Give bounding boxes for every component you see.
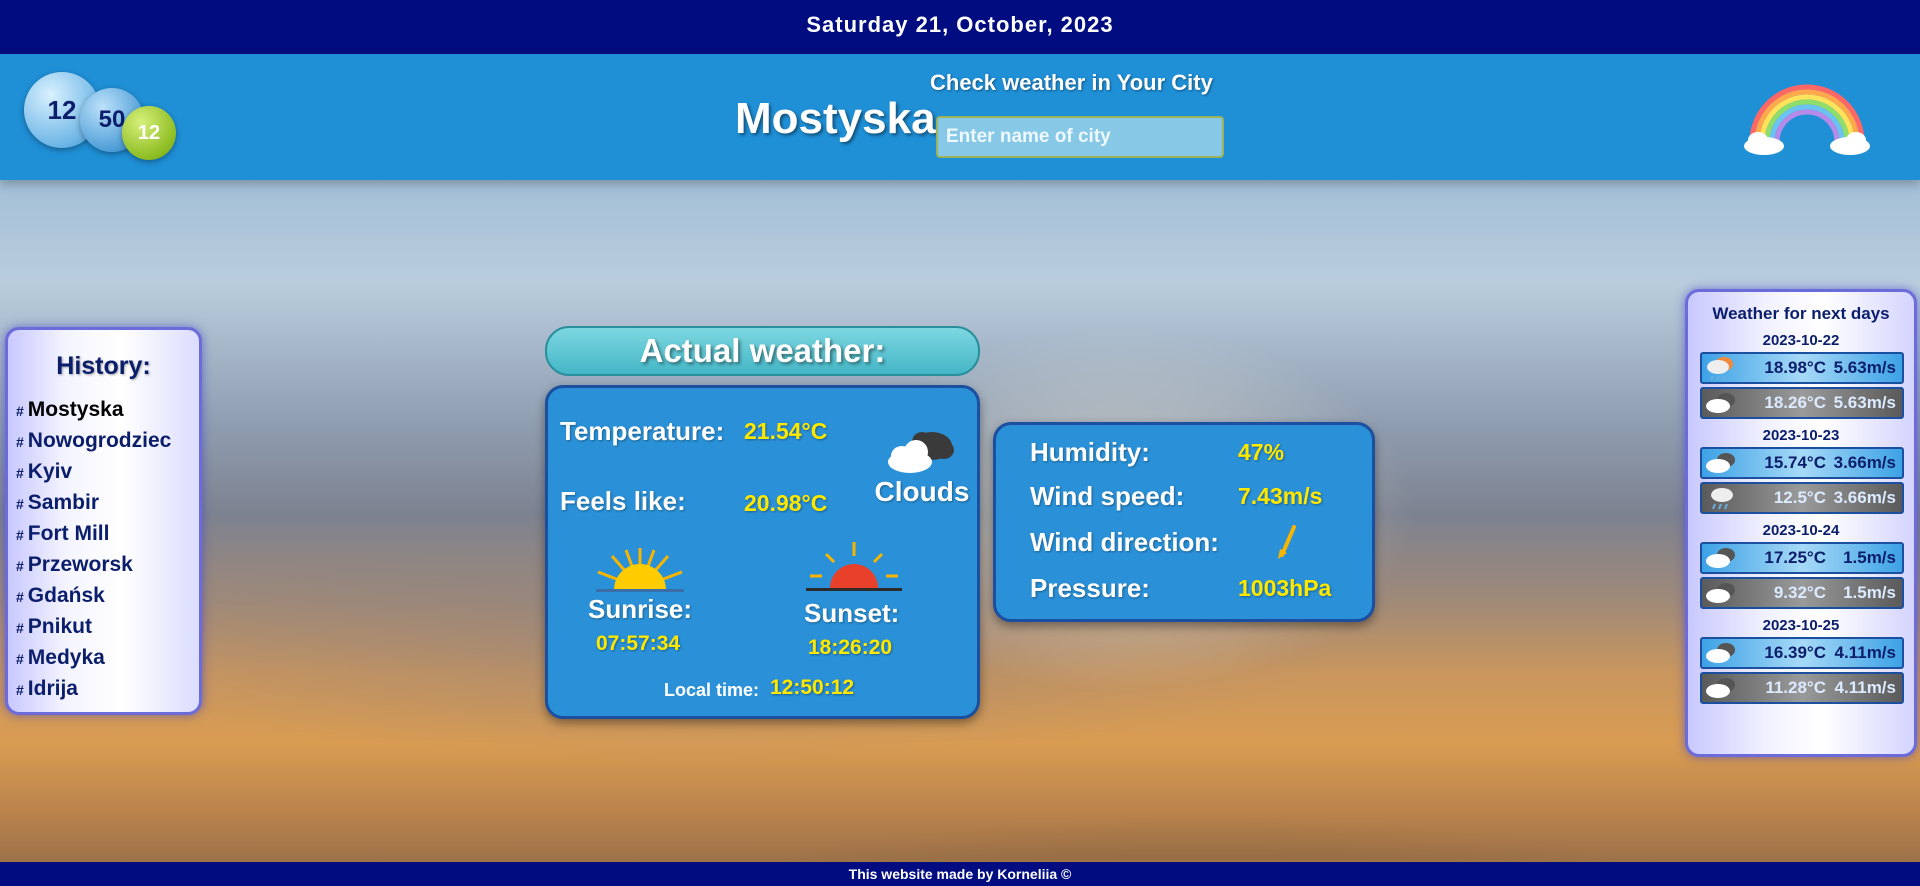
forecast-temp: 18.26°C (1764, 393, 1826, 412)
history-item[interactable]: # Fort Mill (16, 519, 199, 550)
forecast-panel: Weather for next days 2023-10-22 18.98°C… (1685, 289, 1917, 757)
forecast-temp: 15.74°C (1764, 453, 1826, 472)
forecast-wind: 4.11m/s (1834, 643, 1896, 662)
forecast-wind: 4.11m/s (1834, 678, 1896, 697)
header: 12 50 12 Mostyska Check weather in Your … (0, 54, 1920, 180)
forecast-day-row: 15.74°C 3.66m/s (1700, 447, 1904, 479)
history-item[interactable]: # Kyiv (16, 457, 199, 488)
forecast-temp: 16.39°C (1764, 643, 1826, 662)
sunset-icon (806, 542, 902, 591)
sunrise-icon (596, 548, 684, 592)
history-item[interactable]: # Mostyska (16, 395, 199, 426)
feels-like-label: Feels like: (560, 486, 686, 516)
clock: 12 50 12 (24, 72, 184, 182)
history-item[interactable]: # Sambir (16, 488, 199, 519)
clouds-icon (888, 432, 954, 473)
forecast-day: 2023-10-24 17.25°C 1.5m/s 9.32°C 1.5m/s (1688, 522, 1914, 609)
hash-icon: # (16, 620, 24, 636)
hash-icon: # (16, 434, 24, 450)
history-item[interactable]: # Nowogrodziec (16, 426, 199, 457)
actual-weather-panel: Temperature: 21.54°C Feels like: 20.98°C… (545, 385, 980, 719)
hash-icon: # (16, 496, 24, 512)
forecast-date: 2023-10-25 (1762, 617, 1840, 634)
cloud-icon (1706, 548, 1735, 568)
footer: This website made by Korneliia © (0, 862, 1920, 886)
cloud-icon (1706, 678, 1735, 698)
forecast-night-row: 18.26°C 5.63m/s (1700, 387, 1904, 419)
cloud-icon (1706, 643, 1735, 663)
weather-details-panel: Humidity: 47% Wind speed: 7.43m/s Wind d… (993, 422, 1375, 622)
local-time-value: 12:50:12 (770, 676, 855, 699)
history-list: # Mostyska # Nowogrodziec # Kyiv # Sambir # F… (8, 395, 199, 705)
history-item[interactable]: # Przeworsk (16, 550, 199, 581)
wind-direction-arrow-icon (1278, 525, 1296, 559)
wind-speed-label: Wind speed: (1030, 481, 1185, 511)
sunrise-time: 07:57:34 (596, 632, 681, 655)
forecast-night-row: 12.5°C 3.66m/s (1700, 482, 1904, 514)
hash-icon: # (16, 558, 24, 574)
forecast-wind: 5.63m/s (1833, 358, 1896, 377)
hash-icon: # (16, 682, 24, 698)
hash-icon: # (16, 589, 24, 605)
history-title: History: (56, 352, 151, 380)
cloud-icon (1706, 393, 1735, 413)
date-bar: Saturday 21, October, 2023 (0, 0, 1920, 54)
rainbow-icon (1744, 84, 1870, 155)
rain-cloud-icon (1707, 357, 1733, 381)
forecast-title: Weather for next days (1712, 304, 1890, 323)
search-label: Check weather in Your City (930, 70, 1213, 95)
hash-icon: # (16, 651, 24, 667)
forecast-wind: 1.5m/s (1843, 548, 1896, 567)
history-item[interactable]: # Gdańsk (16, 581, 199, 612)
hash-icon: # (16, 465, 24, 481)
forecast-wind: 3.66m/s (1833, 453, 1896, 472)
wind-speed-value: 7.43m/s (1238, 483, 1323, 509)
forecast-night-row: 11.28°C 4.11m/s (1700, 672, 1904, 704)
forecast-temp: 18.98°C (1764, 358, 1826, 377)
forecast-temp: 11.28°C (1765, 678, 1826, 697)
forecast-date: 2023-10-23 (1762, 427, 1840, 444)
sunset-label: Sunset: (804, 598, 900, 628)
history-item[interactable]: # Pnikut (16, 612, 199, 643)
wind-direction-label: Wind direction: (1030, 527, 1219, 557)
temperature-label: Temperature: (560, 416, 725, 446)
local-time-label: Local time: (664, 680, 760, 700)
temperature-value: 21.54°C (744, 418, 828, 444)
forecast-date: 2023-10-24 (1762, 522, 1840, 539)
humidity-label: Humidity: (1030, 437, 1150, 467)
sunrise-label: Sunrise: (588, 594, 693, 624)
forecast-date: 2023-10-22 (1762, 332, 1840, 349)
forecast-wind: 5.63m/s (1833, 393, 1896, 412)
hash-icon: # (16, 403, 24, 419)
forecast-day: 2023-10-25 16.39°C 4.11m/s 11.28°C 4.11m… (1688, 617, 1914, 704)
forecast-day: 2023-10-23 15.74°C 3.66m/s 12.5°C 3.66m/… (1688, 427, 1914, 514)
forecast-temp: 9.32°C (1773, 583, 1826, 602)
forecast-temp: 17.25°C (1764, 548, 1826, 567)
history-item[interactable]: # Medyka (16, 643, 199, 674)
forecast-day-row: 16.39°C 4.11m/s (1700, 637, 1904, 669)
forecast-temp: 12.5°C (1773, 488, 1826, 507)
current-city-title: Mostyska (735, 94, 936, 143)
humidity-value: 47% (1238, 439, 1285, 465)
hash-icon: # (16, 527, 24, 543)
forecast-day-row: 18.98°C 5.63m/s (1700, 352, 1904, 384)
history-panel: History: # Mostyska # Nowogrodziec # Kyiv #… (5, 327, 202, 715)
forecast-day-row: 17.25°C 1.5m/s (1700, 542, 1904, 574)
forecast-day: 2023-10-22 18.98°C 5.63m/s 18.26°C 5.63m… (1688, 332, 1914, 419)
city-search-input[interactable] (936, 116, 1224, 158)
cloud-icon (1706, 453, 1735, 473)
sunset-time: 18:26:20 (808, 636, 893, 659)
feels-like-value: 20.98°C (744, 490, 828, 516)
pressure-value: 1003hPa (1238, 575, 1332, 601)
forecast-night-row: 9.32°C 1.5m/s (1700, 577, 1904, 609)
clock-seconds: 12 (122, 106, 176, 160)
history-item[interactable]: # Idrija (16, 674, 199, 705)
forecast-wind: 3.66m/s (1833, 488, 1896, 507)
forecast-wind: 1.5m/s (1843, 583, 1896, 602)
pressure-label: Pressure: (1030, 573, 1150, 603)
rain-cloud-icon (1711, 488, 1733, 510)
actual-weather-title: Actual weather: (545, 326, 980, 376)
weather-description: Clouds (874, 476, 970, 507)
cloud-icon (1706, 583, 1735, 603)
